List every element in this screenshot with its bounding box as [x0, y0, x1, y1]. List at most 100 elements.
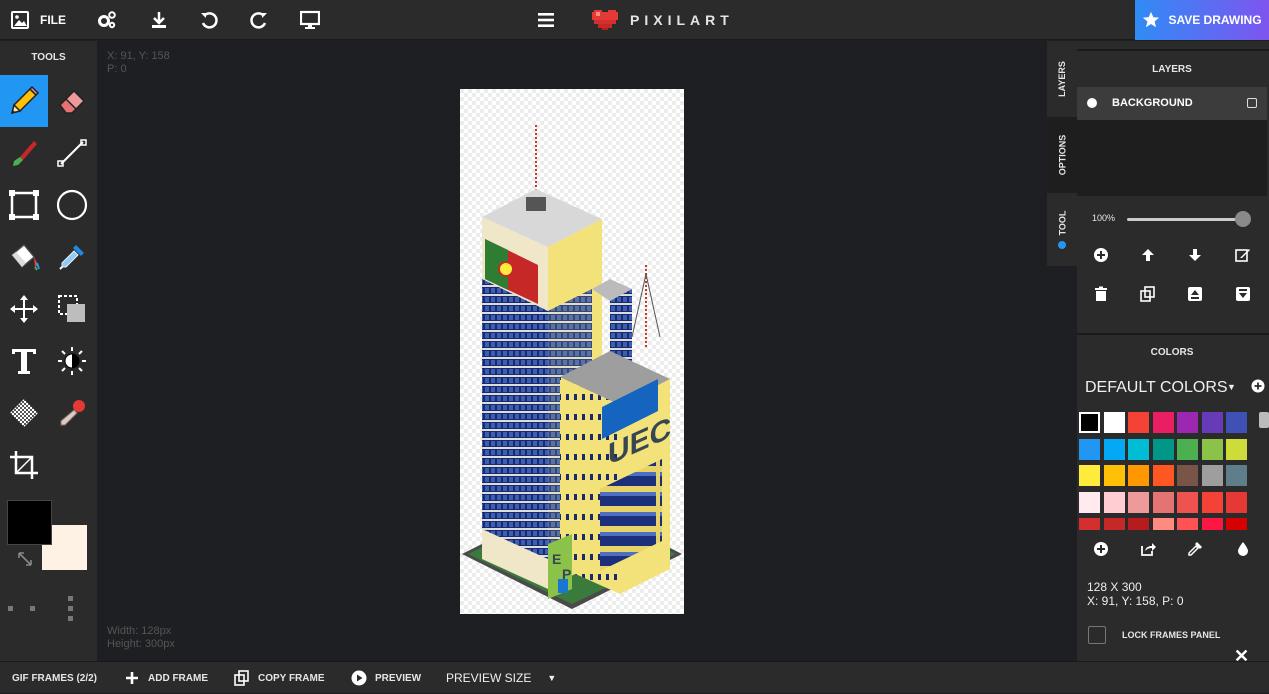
- opacity-slider-handle[interactable]: [1235, 211, 1251, 227]
- ellipse-icon: [56, 189, 88, 221]
- color-swatch[interactable]: [1201, 438, 1223, 460]
- line-icon: [57, 139, 87, 167]
- color-drop-button[interactable]: [1232, 538, 1254, 560]
- color-swatch[interactable]: [1079, 465, 1100, 486]
- canvas-area[interactable]: X: 91, Y: 158 P: 0 Width: 128px Height: …: [97, 41, 1047, 661]
- rectangle-tool[interactable]: [0, 179, 48, 231]
- redo-button[interactable]: [248, 0, 270, 40]
- color-swatch[interactable]: [1128, 518, 1149, 530]
- color-swatch[interactable]: [1177, 412, 1198, 433]
- pixilart-logo[interactable]: PIXILART: [592, 6, 734, 34]
- color-swatch[interactable]: [1103, 412, 1125, 433]
- color-swatch[interactable]: [1226, 518, 1247, 530]
- move-layer-up-button[interactable]: [1137, 244, 1159, 266]
- layer-row[interactable]: BACKGROUND: [1077, 87, 1267, 120]
- opacity-slider-track[interactable]: [1127, 218, 1243, 221]
- file-menu-button[interactable]: FILE: [10, 0, 70, 40]
- color-swatch[interactable]: [1226, 465, 1247, 486]
- menu-icon: [538, 13, 554, 27]
- undo-button[interactable]: [198, 0, 220, 40]
- palette-name[interactable]: DEFAULT COLORS: [1085, 379, 1228, 397]
- tab-options-label: OPTIONS: [1057, 134, 1068, 176]
- color-swatch[interactable]: [1079, 518, 1100, 530]
- color-swatch[interactable]: [1128, 412, 1149, 433]
- edit-layer-button[interactable]: [1232, 244, 1254, 266]
- color-swatch[interactable]: [1103, 438, 1125, 460]
- copy-frame-button[interactable]: COPY FRAME: [234, 662, 325, 694]
- preview-size-select[interactable]: PREVIEW SIZE ▼: [446, 662, 556, 694]
- color-swatch[interactable]: [1103, 491, 1125, 513]
- color-swatch[interactable]: [1079, 438, 1100, 460]
- color-swatch[interactable]: [1201, 465, 1223, 486]
- settings-button[interactable]: [96, 0, 118, 40]
- move-layer-down-button[interactable]: [1184, 244, 1206, 266]
- paint-brush-icon: [13, 141, 37, 166]
- add-frame-button[interactable]: ADD FRAME: [124, 662, 208, 694]
- move-tool[interactable]: [0, 283, 48, 335]
- select-tool[interactable]: [48, 283, 96, 335]
- color-swatch[interactable]: [1128, 491, 1149, 513]
- layer-select-checkbox[interactable]: [1247, 98, 1257, 108]
- color-swatch[interactable]: [1177, 491, 1198, 513]
- color-swatch[interactable]: [1226, 412, 1247, 433]
- tab-options[interactable]: OPTIONS: [1047, 117, 1077, 193]
- palette-scrollbar[interactable]: [1257, 410, 1269, 530]
- color-swatch[interactable]: [1152, 438, 1174, 460]
- line-tool[interactable]: [48, 127, 96, 179]
- lighten-darken-tool[interactable]: [48, 335, 96, 387]
- eyedropper-tool[interactable]: [48, 231, 96, 283]
- color-swatch[interactable]: [1152, 412, 1174, 433]
- delete-layer-button[interactable]: [1090, 283, 1112, 305]
- dither-tool[interactable]: [0, 387, 48, 439]
- merge-up-button[interactable]: [1184, 283, 1206, 305]
- color-swatch[interactable]: [1103, 518, 1125, 530]
- color-swatch[interactable]: [1128, 438, 1149, 460]
- add-palette-icon[interactable]: [1251, 379, 1265, 393]
- color-picker-button[interactable]: [1184, 538, 1206, 560]
- preview-size-label: PREVIEW SIZE: [446, 671, 532, 685]
- color-swatch[interactable]: [1201, 491, 1223, 513]
- color-swatch[interactable]: [1079, 412, 1100, 433]
- color-swatch[interactable]: [1226, 491, 1247, 513]
- primary-color-swatch[interactable]: [7, 500, 52, 545]
- color-swatch[interactable]: [1103, 465, 1125, 486]
- color-swatch[interactable]: [1128, 465, 1149, 486]
- pencil-tool[interactable]: [0, 75, 48, 127]
- preview-button[interactable]: PREVIEW: [351, 662, 421, 694]
- color-swatch[interactable]: [1226, 438, 1247, 460]
- color-swatch[interactable]: [1152, 465, 1174, 486]
- main-menu-button[interactable]: [535, 0, 557, 40]
- text-tool[interactable]: [0, 335, 48, 387]
- bucket-fill-tool[interactable]: [0, 231, 48, 283]
- swap-colors-icon[interactable]: [16, 550, 34, 568]
- paint-brush-tool[interactable]: [0, 127, 48, 179]
- ellipse-tool[interactable]: [48, 179, 96, 231]
- color-swatch[interactable]: [1177, 465, 1198, 486]
- crop-tool[interactable]: [0, 439, 48, 491]
- color-swatch[interactable]: [1201, 518, 1223, 530]
- grid-dots-icon[interactable]: [8, 596, 88, 636]
- palette-scroll-thumb[interactable]: [1259, 412, 1269, 428]
- share-palette-button[interactable]: [1137, 538, 1159, 560]
- color-swatch[interactable]: [1152, 518, 1174, 530]
- duplicate-layer-button[interactable]: [1137, 283, 1159, 305]
- layer-visibility-icon[interactable]: [1087, 98, 1097, 108]
- save-drawing-button[interactable]: SAVE DRAWING: [1135, 0, 1269, 40]
- color-swatch[interactable]: [1201, 412, 1223, 433]
- add-layer-button[interactable]: [1090, 244, 1112, 266]
- download-button[interactable]: [148, 0, 170, 40]
- display-button[interactable]: [299, 0, 321, 40]
- tab-layers[interactable]: LAYERS: [1047, 41, 1077, 117]
- color-swatch[interactable]: [1177, 438, 1198, 460]
- lock-frames-checkbox[interactable]: [1088, 626, 1106, 644]
- color-swatch[interactable]: [1079, 491, 1100, 513]
- stamp-tool[interactable]: [48, 387, 96, 439]
- pixel-art-canvas[interactable]: UEC E P: [460, 89, 684, 614]
- merge-down-button[interactable]: [1232, 283, 1254, 305]
- add-color-button[interactable]: [1090, 538, 1112, 560]
- palette-dropdown-icon[interactable]: ▼: [1227, 382, 1236, 392]
- gif-frames-toggle[interactable]: GIF FRAMES (2/2): [12, 662, 97, 694]
- eraser-tool[interactable]: [48, 75, 96, 127]
- color-swatch[interactable]: [1177, 518, 1198, 530]
- color-swatch[interactable]: [1152, 491, 1174, 513]
